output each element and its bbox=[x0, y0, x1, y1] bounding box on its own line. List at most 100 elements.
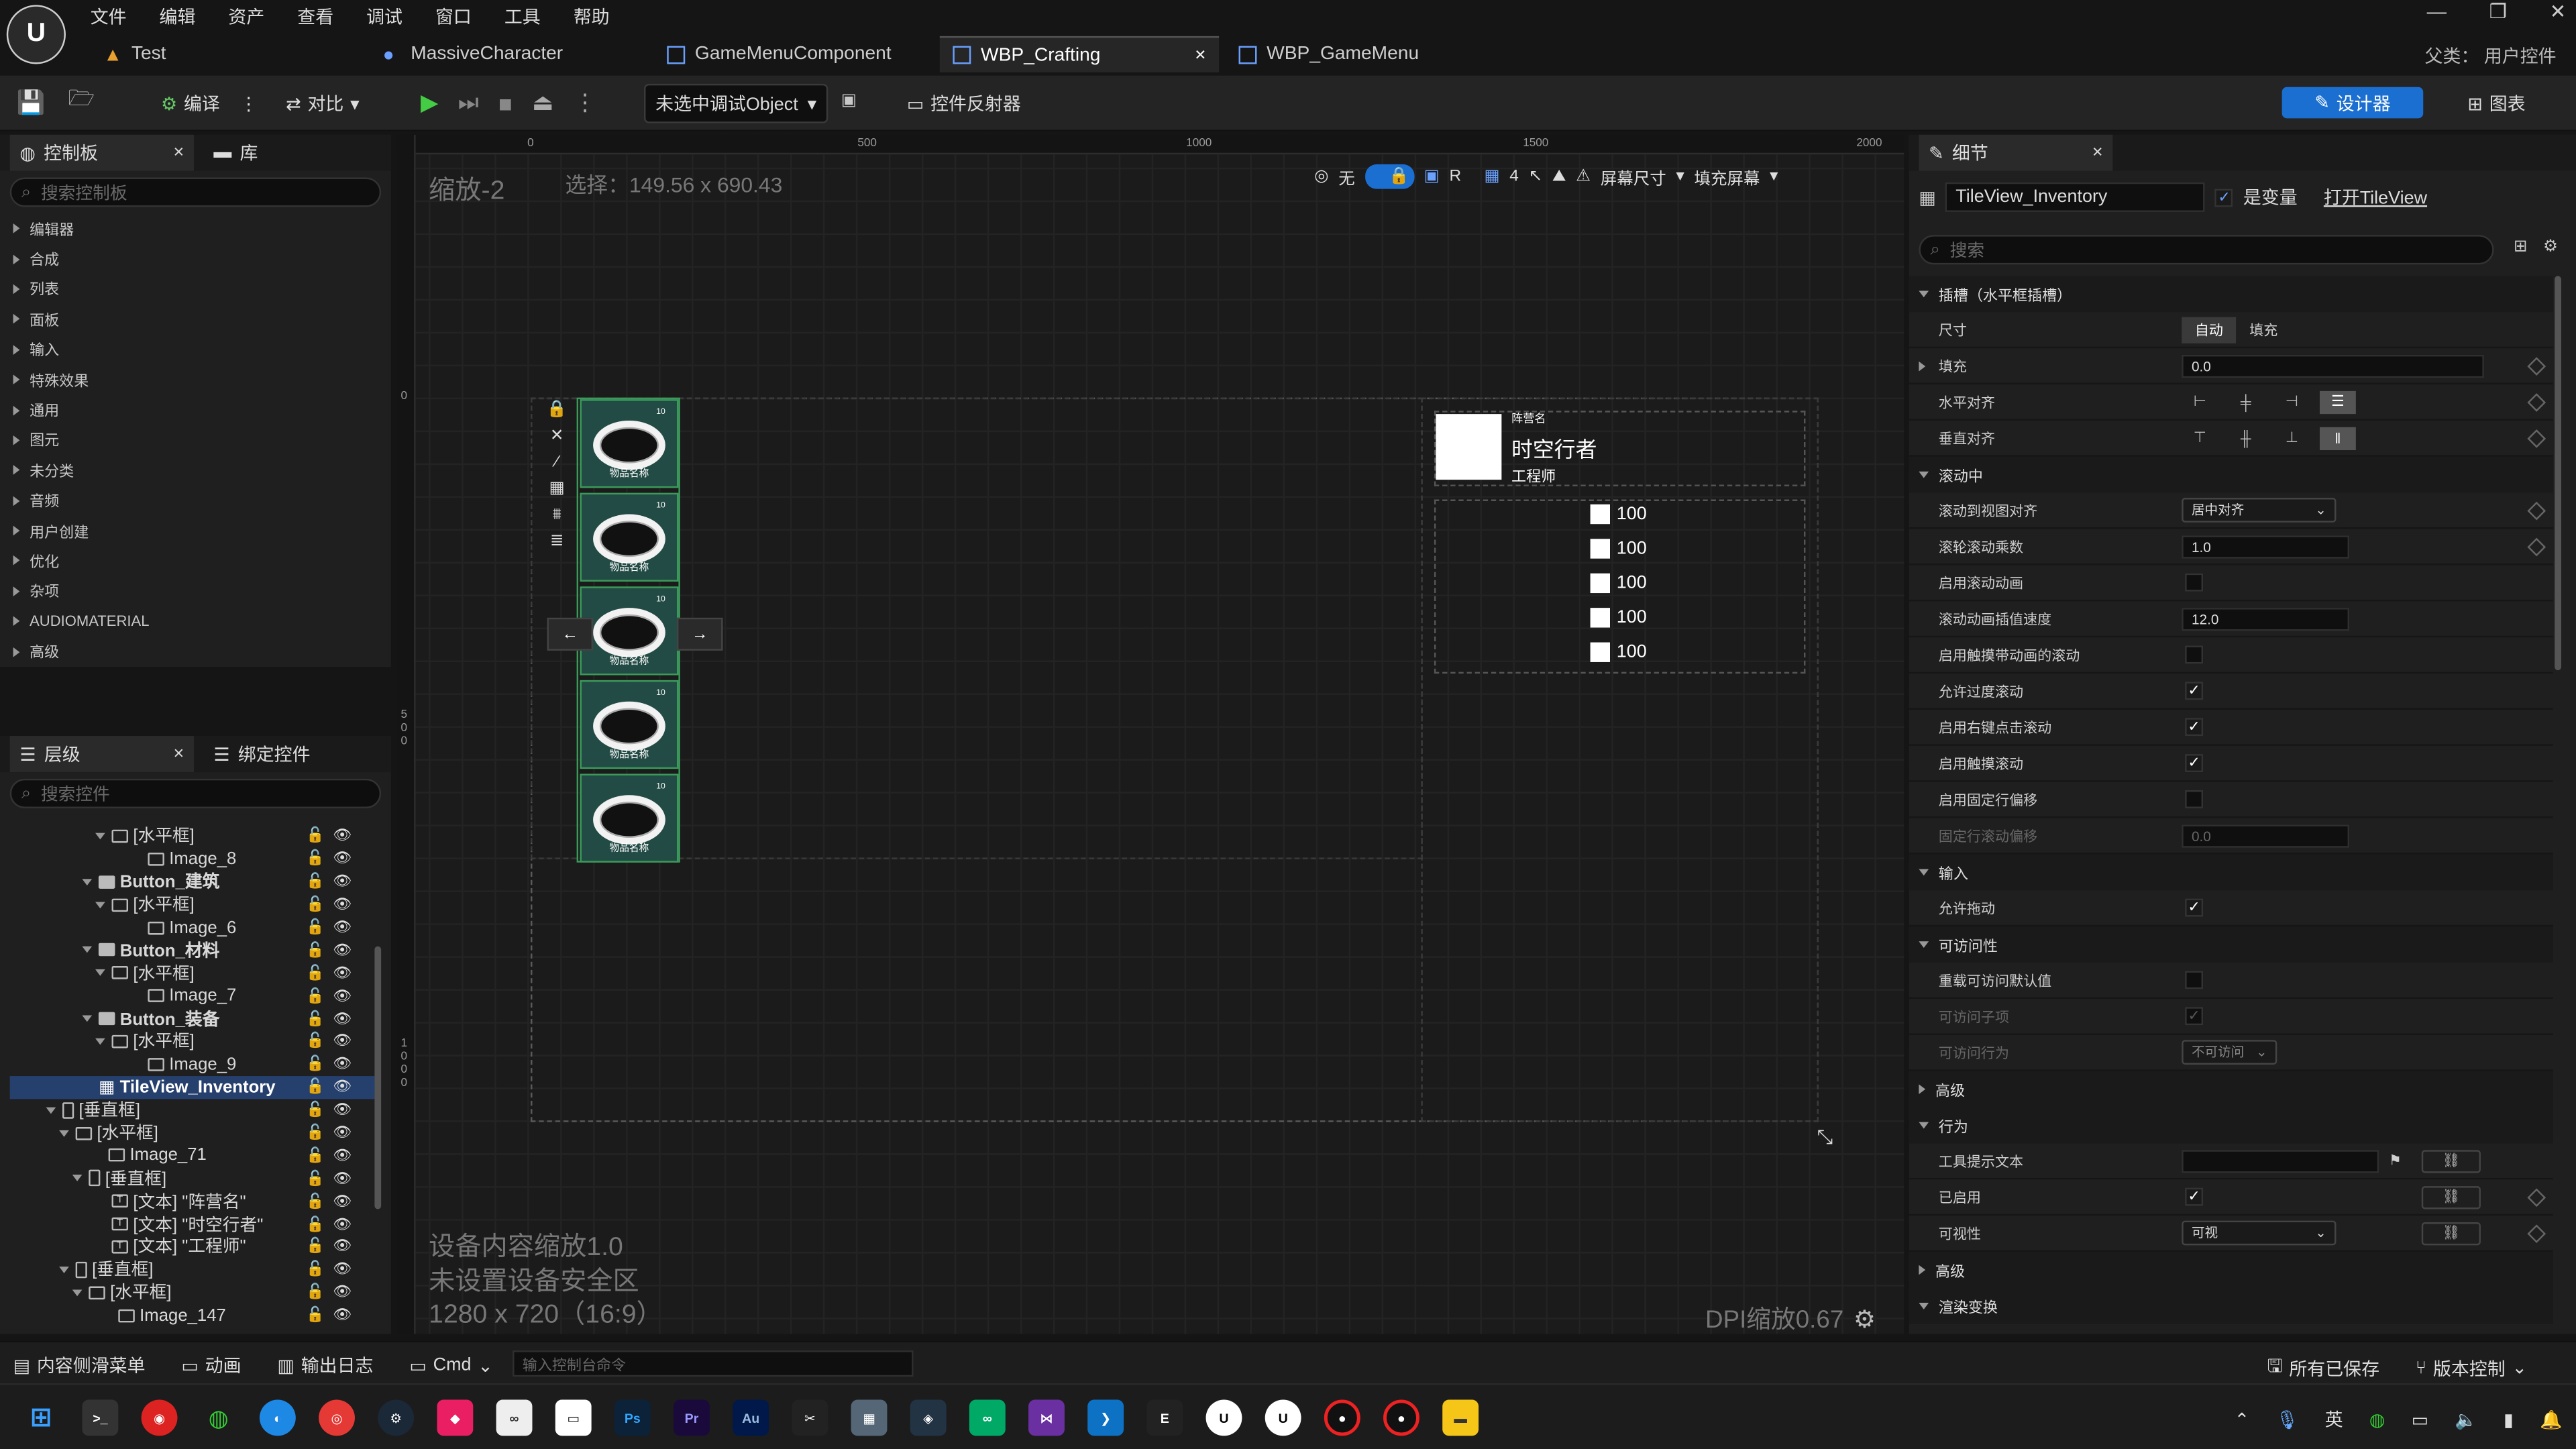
eject-icon[interactable]: ⏏ bbox=[532, 89, 553, 117]
align-center-icon[interactable]: ╪ bbox=[2228, 390, 2264, 413]
warning-icon[interactable]: ⚠ bbox=[1576, 168, 1591, 186]
hierarchy-search-input[interactable]: ⌕ 搜索控件 bbox=[9, 778, 382, 808]
lock-toggle[interactable]: 🔒 bbox=[1364, 164, 1414, 189]
fill-input[interactable]: 0.0 bbox=[2182, 354, 2484, 378]
expand-icon[interactable] bbox=[59, 1266, 69, 1273]
anim-speed-input[interactable]: 12.0 bbox=[2182, 606, 2350, 631]
grid-icon[interactable]: ▦ bbox=[549, 480, 565, 498]
step-icon[interactable]: ⏭ bbox=[458, 89, 479, 117]
console-command-input[interactable]: 输入控制台命令 bbox=[513, 1350, 914, 1377]
input-section[interactable]: 输入 bbox=[1909, 854, 2553, 891]
scrolling-section[interactable]: 滚动中 bbox=[1909, 456, 2553, 493]
lock-icon[interactable]: 🔓 bbox=[306, 873, 324, 891]
tab-massive-character[interactable]: ● MassiveCharacter bbox=[370, 36, 576, 72]
lock-icon[interactable]: 🔓 bbox=[306, 896, 324, 914]
expand-icon[interactable] bbox=[46, 1106, 56, 1114]
arduino-icon[interactable]: ∞ bbox=[969, 1399, 1006, 1436]
widget-name-input[interactable]: TileView_Inventory bbox=[1945, 182, 2206, 212]
palette-category[interactable]: 用户创建 bbox=[0, 516, 391, 546]
lock-icon[interactable]: 🔓 bbox=[306, 1260, 324, 1279]
right-click-checkbox[interactable]: ✓ bbox=[2185, 718, 2204, 737]
visibility-eye-icon[interactable]: 👁 bbox=[333, 987, 352, 1005]
terminal-app-icon[interactable]: >_ bbox=[82, 1399, 119, 1436]
resize-handle-icon[interactable]: ⤡ bbox=[1817, 1126, 1833, 1150]
audition-icon[interactable]: Au bbox=[733, 1399, 769, 1436]
hierarchy-row[interactable]: [垂直框] 🔓 👁 bbox=[10, 1258, 375, 1281]
hierarchy-row[interactable]: T [文本] "工程师" 🔓 👁 bbox=[10, 1236, 375, 1258]
graph-button[interactable]: ⊞ 图表 bbox=[2458, 84, 2536, 123]
tab-library[interactable]: ▬ 库 bbox=[204, 135, 268, 171]
palette-category[interactable]: 杂项 bbox=[0, 576, 391, 606]
hierarchy-row[interactable]: [水平框] 🔓 👁 bbox=[10, 1281, 375, 1304]
ime-indicator[interactable]: 英 bbox=[2325, 1406, 2343, 1432]
app-icon[interactable]: ◈ bbox=[910, 1399, 947, 1436]
hierarchy-row[interactable]: [水平框] 🔓 👁 bbox=[10, 1030, 375, 1053]
settings-icon[interactable]: ⚙ bbox=[2543, 238, 2558, 256]
visibility-eye-icon[interactable]: 👁 bbox=[333, 1078, 352, 1096]
visibility-eye-icon[interactable]: 👁 bbox=[333, 941, 352, 959]
hierarchy-scrollbar[interactable] bbox=[374, 946, 382, 1210]
move-left-button[interactable]: ← bbox=[547, 617, 594, 651]
align-bottom-icon[interactable]: ⊥ bbox=[2273, 427, 2310, 449]
visibility-eye-icon[interactable]: 👁 bbox=[333, 1055, 352, 1073]
wechat-icon[interactable]: ◍ bbox=[201, 1400, 237, 1436]
tab-test[interactable]: ▲ Test bbox=[91, 36, 179, 72]
size-auto-button[interactable]: 自动 bbox=[2182, 316, 2237, 343]
lock-icon[interactable]: 🔓 bbox=[306, 964, 324, 982]
lock-icon[interactable]: 🔓 bbox=[306, 1146, 324, 1165]
palette-category[interactable]: 合成 bbox=[0, 244, 391, 274]
hierarchy-row[interactable]: [水平框] 🔓 👁 bbox=[10, 1122, 375, 1144]
menu-help[interactable]: 帮助 bbox=[574, 3, 610, 30]
palette-category[interactable]: 音频 bbox=[0, 486, 391, 516]
reset-icon[interactable] bbox=[2527, 356, 2546, 375]
battery-icon[interactable]: ▮ bbox=[2504, 1409, 2514, 1430]
visibility-eye-icon[interactable]: 👁 bbox=[333, 1238, 352, 1256]
gear-icon[interactable]: ⚙ bbox=[1854, 1303, 1876, 1334]
cmd-dropdown[interactable]: ▭ Cmd ⌄ bbox=[409, 1354, 493, 1376]
lock-icon[interactable]: 🔓 bbox=[306, 1192, 324, 1210]
fixed-offset-checkbox[interactable] bbox=[2185, 790, 2204, 808]
enable-anim-checkbox[interactable] bbox=[2185, 573, 2204, 592]
globe-icon[interactable]: ◎ bbox=[1314, 168, 1328, 186]
lock-icon[interactable]: 🔓 bbox=[306, 1283, 324, 1301]
visibility-eye-icon[interactable]: 👁 bbox=[333, 1010, 352, 1028]
layers-icon[interactable]: ≣ bbox=[550, 532, 564, 550]
palette-category[interactable]: 面板 bbox=[0, 304, 391, 334]
align-middle-icon[interactable]: ╫ bbox=[2228, 427, 2264, 449]
size-fill-button[interactable]: 填充 bbox=[2237, 316, 2291, 342]
output-log-button[interactable]: ▥ 输出日志 bbox=[277, 1352, 373, 1379]
lock-icon[interactable]: 🔓 bbox=[306, 1215, 324, 1233]
visibility-eye-icon[interactable]: 👁 bbox=[333, 1192, 352, 1210]
tooltip-input[interactable] bbox=[2182, 1149, 2379, 1173]
palette-category[interactable]: 未分类 bbox=[0, 455, 391, 486]
content-drawer-button[interactable]: ▤ 内容侧滑菜单 bbox=[13, 1352, 146, 1379]
lock-icon[interactable]: 🔓 bbox=[306, 1055, 324, 1073]
allow-drag-checkbox[interactable]: ✓ bbox=[2185, 898, 2204, 917]
network-icon[interactable]: ▭ bbox=[2412, 1409, 2428, 1430]
play-icon[interactable]: ▶ bbox=[421, 89, 438, 117]
expand-icon[interactable] bbox=[82, 878, 93, 885]
reset-icon[interactable] bbox=[2527, 500, 2546, 520]
expand-icon[interactable] bbox=[95, 969, 105, 977]
close-icon[interactable]: × bbox=[174, 744, 184, 763]
lock-icon[interactable]: 🔓 bbox=[306, 1169, 324, 1187]
visibility-eye-icon[interactable]: 👁 bbox=[333, 918, 352, 936]
align-top-icon[interactable]: ⊤ bbox=[2182, 427, 2218, 449]
align-fill-icon[interactable]: ☰ bbox=[2319, 390, 2356, 413]
debug-filter-icon[interactable]: ▣ bbox=[841, 92, 857, 110]
visibility-eye-icon[interactable]: 👁 bbox=[333, 1215, 352, 1233]
visibility-eye-icon[interactable]: 👁 bbox=[333, 827, 352, 845]
override-access-checkbox[interactable] bbox=[2185, 971, 2204, 989]
visibility-eye-icon[interactable]: 👁 bbox=[333, 1169, 352, 1187]
chrome-icon[interactable]: ◎ bbox=[319, 1399, 355, 1436]
lock-icon[interactable]: 🔓 bbox=[306, 941, 324, 959]
grid-size[interactable]: 4 bbox=[1509, 168, 1519, 186]
compile-button[interactable]: ⚙ 编译 ⋮ bbox=[151, 84, 268, 123]
debug-object-select[interactable]: 未选中调试Object ▾ bbox=[644, 83, 828, 123]
behavior-section[interactable]: 行为 bbox=[1909, 1107, 2553, 1144]
visibility-eye-icon[interactable]: 👁 bbox=[333, 1146, 352, 1165]
details-scrollbar[interactable] bbox=[2555, 276, 2561, 671]
visibility-eye-icon[interactable]: 👁 bbox=[333, 850, 352, 868]
stop-icon[interactable]: ■ bbox=[498, 89, 513, 115]
close-icon[interactable]: × bbox=[2092, 143, 2103, 162]
